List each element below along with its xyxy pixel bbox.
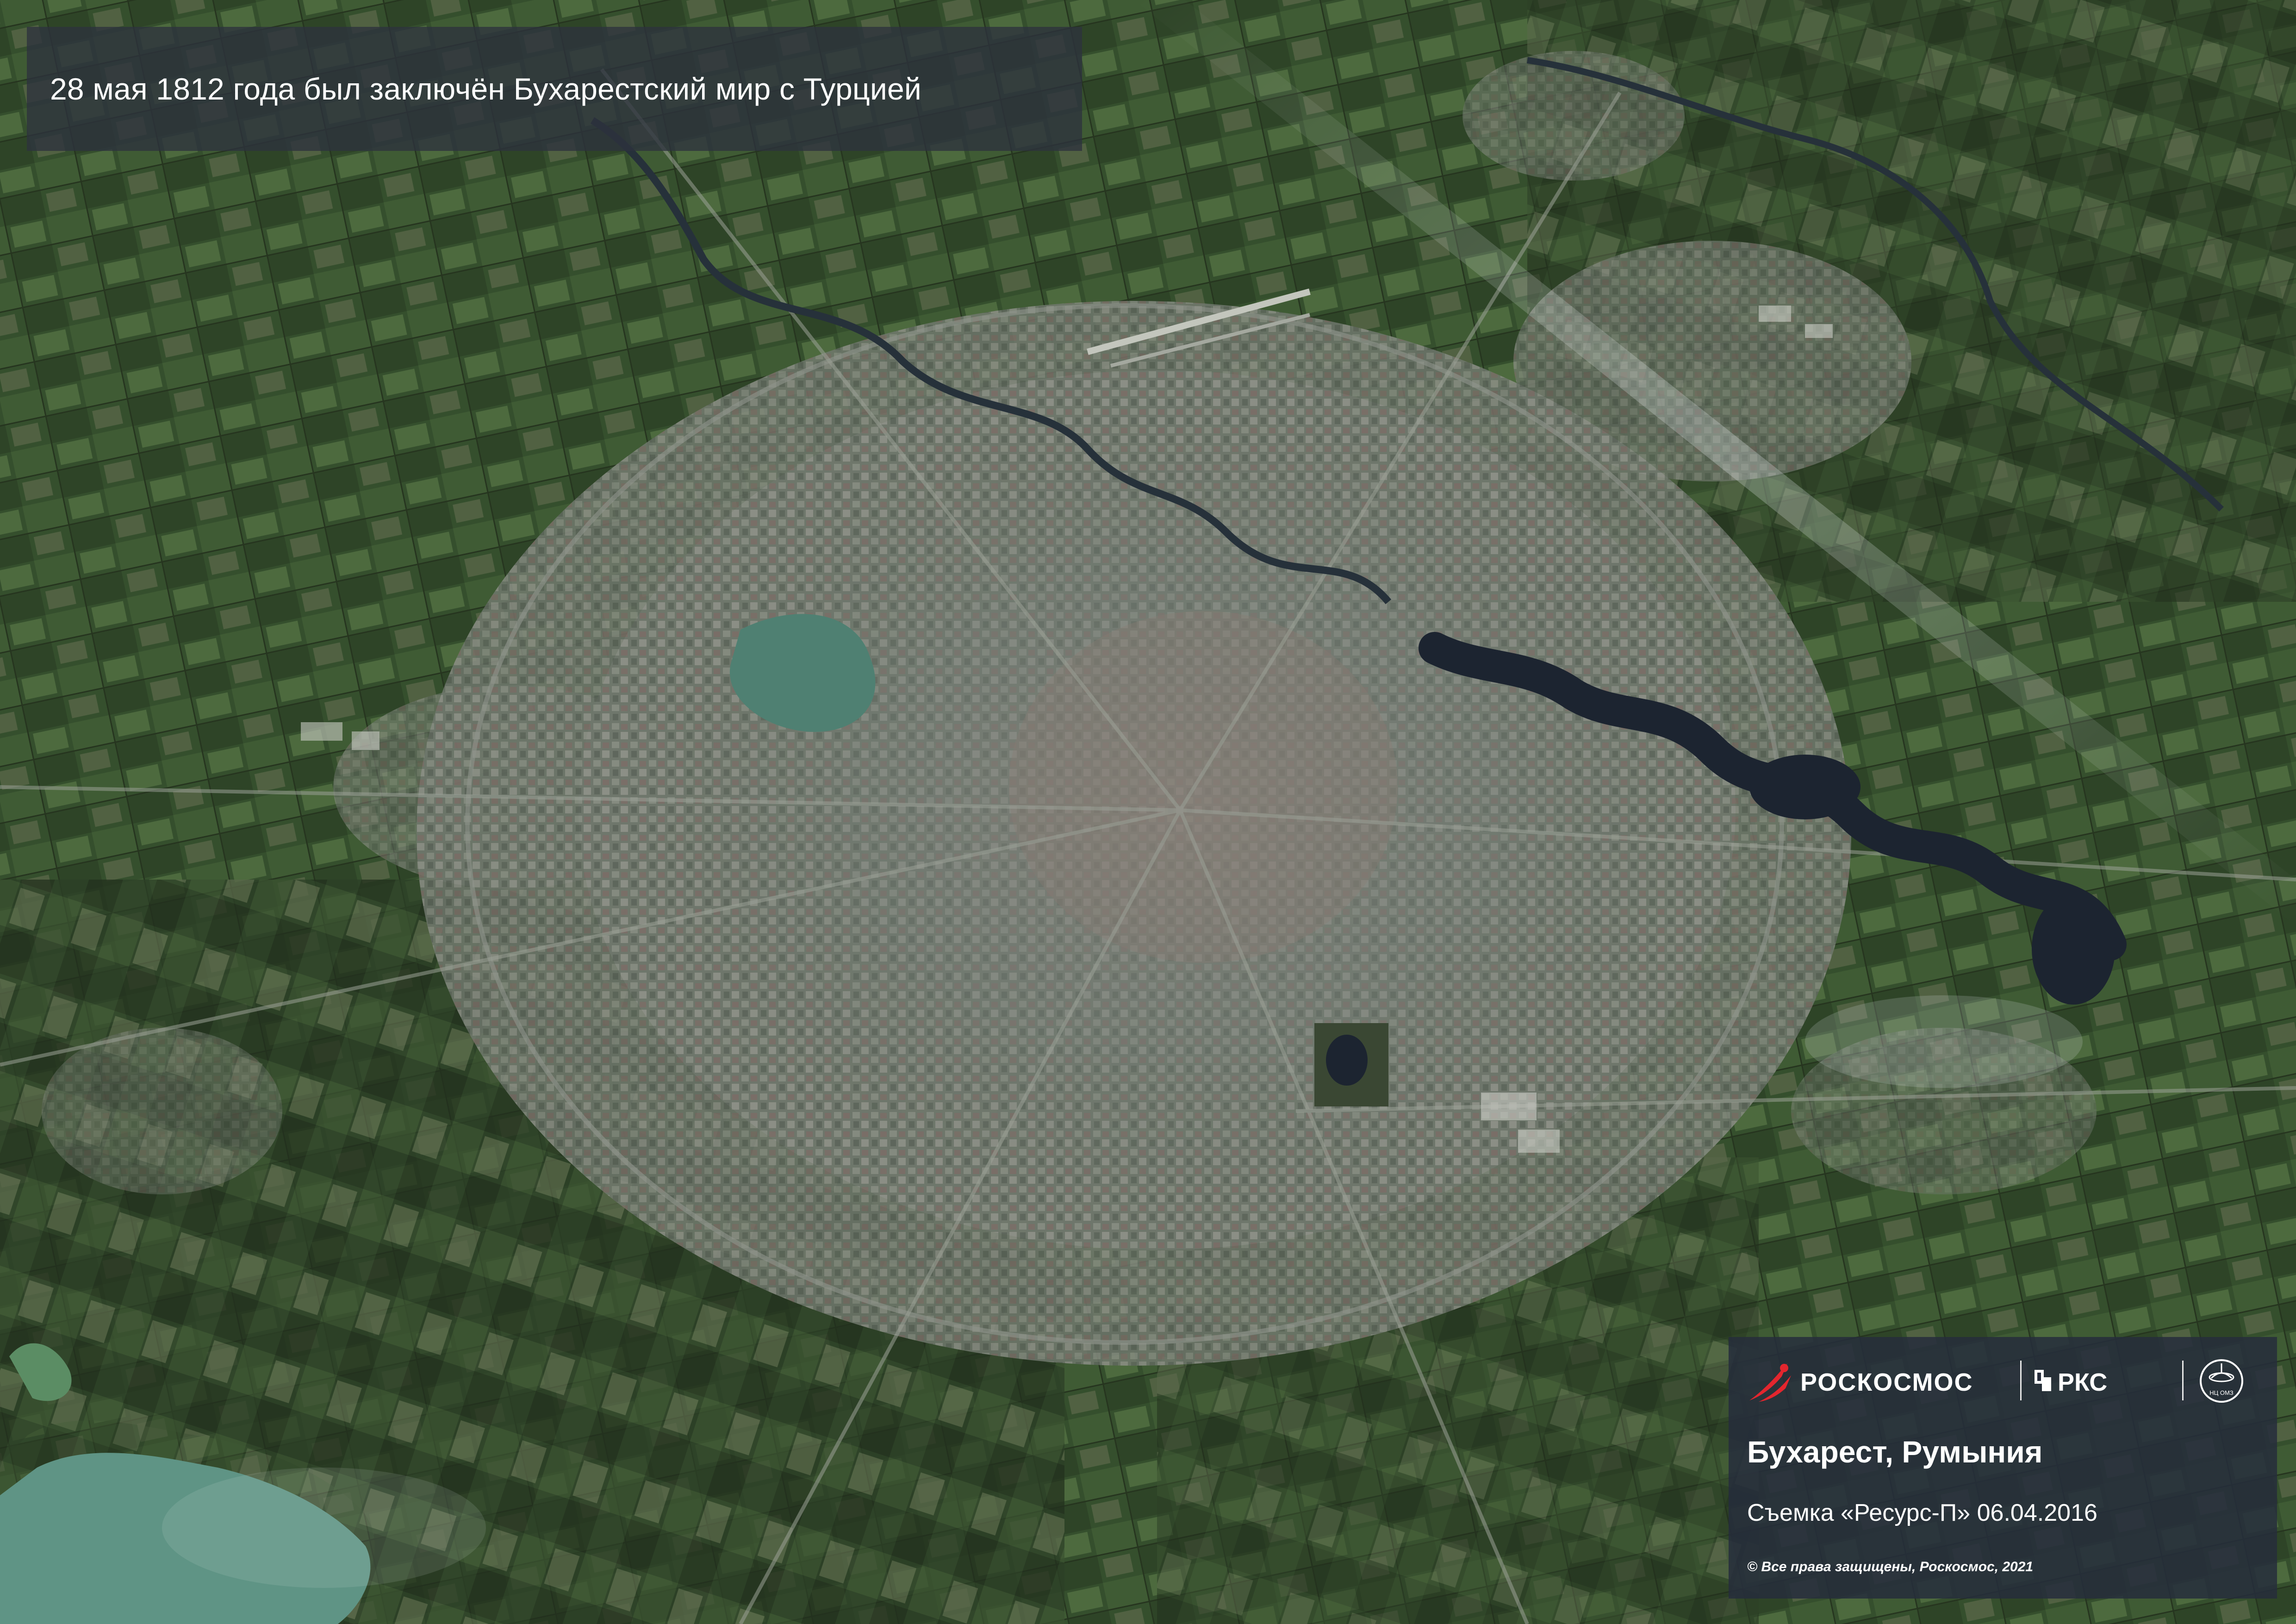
emblem-caption: НЦ ОМЗ	[2209, 1389, 2234, 1396]
rks-logo-mark-icon	[2035, 1370, 2051, 1391]
logo-divider	[2182, 1361, 2184, 1400]
title-banner: 28 мая 1812 года был заключён Бухарестск…	[27, 27, 1082, 151]
logo-row: РОСКОСМОС РКС НЦ ОМЗ	[1740, 1358, 2268, 1404]
capture-info: Съемка «Ресурс-П» 06.04.2016	[1747, 1499, 2097, 1526]
satellite-map: 28 мая 1812 года был заключён Бухарестск…	[0, 0, 2296, 1624]
copyright-notice: © Все права защищены, Роскосмос, 2021	[1747, 1559, 2034, 1574]
page-title: 28 мая 1812 года был заключён Бухарестск…	[50, 72, 921, 106]
rocket-icon	[1749, 1363, 1791, 1402]
roscosmos-logo-text: РОСКОСМОС	[1800, 1368, 1973, 1396]
rks-logo-text: РКС	[2058, 1368, 2108, 1396]
ntsomz-emblem-icon: НЦ ОМЗ	[2200, 1359, 2243, 1403]
info-panel: РОСКОСМОС РКС НЦ ОМЗ Бухарест, Румыния С…	[1729, 1337, 2277, 1599]
logo-divider	[2020, 1361, 2022, 1400]
place-name: Бухарест, Румыния	[1747, 1435, 2043, 1469]
